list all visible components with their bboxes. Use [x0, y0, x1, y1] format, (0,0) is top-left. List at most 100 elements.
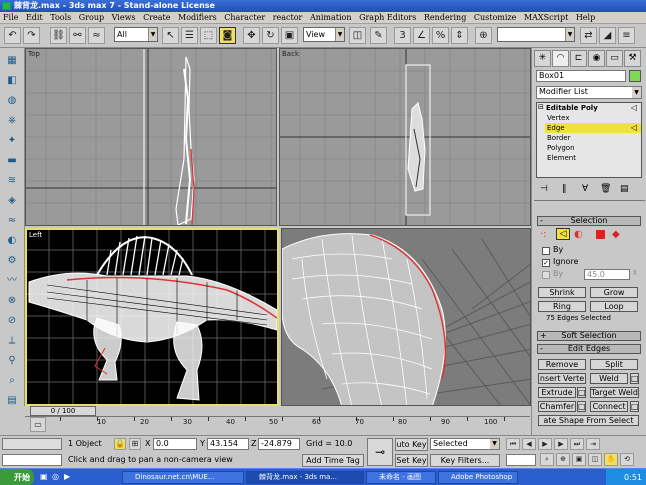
- hinge-icon[interactable]: ⊘: [3, 312, 21, 329]
- menu-modifiers[interactable]: Modifiers: [178, 12, 217, 23]
- edit-edges-rollout-title[interactable]: - Edit Edges: [537, 344, 641, 354]
- lock-selection-icon[interactable]: 🔒: [114, 438, 126, 450]
- menu-help[interactable]: Help: [576, 12, 595, 23]
- object-color-swatch[interactable]: [629, 70, 641, 82]
- spring-icon[interactable]: ≋: [3, 172, 21, 189]
- stack-root-item[interactable]: Editable Poly: [546, 103, 598, 113]
- angle-threshold-input[interactable]: 45.0: [584, 269, 630, 280]
- motion-tab-icon[interactable]: ◉: [588, 50, 605, 67]
- create-tab-icon[interactable]: ✳: [534, 50, 551, 67]
- go-to-start-icon[interactable]: ⏮: [506, 438, 520, 450]
- chamfer-button[interactable]: Chamfer: [538, 401, 576, 412]
- zoom-all-icon[interactable]: ⊕: [556, 453, 570, 466]
- menu-character[interactable]: Character: [224, 12, 265, 23]
- edge-subobject-icon[interactable]: ◁: [556, 228, 570, 240]
- maxscript-listener-mini[interactable]: [2, 438, 62, 450]
- rigid-body-icon[interactable]: ▦: [3, 52, 21, 69]
- align-icon[interactable]: ◢: [599, 27, 616, 44]
- insert-vertex-button[interactable]: nsert Verte: [538, 373, 586, 384]
- menu-edit[interactable]: Edit: [26, 12, 43, 23]
- point-to-point-icon[interactable]: ⟂: [3, 332, 21, 349]
- arc-rotate-icon[interactable]: ⟲: [620, 453, 634, 466]
- target-weld-button[interactable]: Target Weld: [590, 387, 639, 398]
- select-object-icon[interactable]: ↖: [162, 27, 179, 44]
- split-button[interactable]: Split: [590, 359, 638, 370]
- element-subobject-icon[interactable]: ◆: [612, 229, 620, 240]
- quick-launch-browser-icon[interactable]: ◎: [52, 472, 59, 481]
- display-tab-icon[interactable]: ▭: [606, 50, 623, 67]
- y-coordinate-input[interactable]: 43.154: [207, 438, 249, 450]
- task-photoshop[interactable]: Adobe Photoshop: [438, 471, 518, 484]
- polygon-subobject-icon[interactable]: [596, 230, 605, 239]
- viewport-label-top[interactable]: Top: [28, 50, 40, 58]
- menu-views[interactable]: Views: [112, 12, 136, 23]
- make-unique-icon[interactable]: ∀: [582, 184, 588, 194]
- track-bar[interactable]: 10 20 30 40 50 60 70 80 90 100: [25, 416, 530, 435]
- menu-rendering[interactable]: Rendering: [424, 12, 466, 23]
- create-shape-button[interactable]: ate Shape From Select: [538, 415, 639, 426]
- select-and-manipulate-icon[interactable]: ✎: [370, 27, 387, 44]
- extrude-settings-icon[interactable]: □: [577, 387, 586, 398]
- task-3dsmax[interactable]: 棘背龙.max - 3ds ma...: [246, 471, 364, 484]
- snap-toggle-icon[interactable]: 3: [394, 27, 411, 44]
- selection-filter-dropdown[interactable]: All ▼: [114, 27, 158, 42]
- auto-key-button[interactable]: uto Key: [395, 438, 428, 451]
- shrink-button[interactable]: Shrink: [538, 287, 586, 298]
- menu-create[interactable]: Create: [143, 12, 170, 23]
- constraint-solver-icon[interactable]: ⊗: [3, 292, 21, 309]
- select-and-scale-icon[interactable]: ▣: [281, 27, 298, 44]
- menu-file[interactable]: File: [3, 12, 18, 23]
- layer-manager-icon[interactable]: ≡: [618, 27, 635, 44]
- mirror-icon[interactable]: ⇄: [580, 27, 597, 44]
- go-to-end-icon[interactable]: ⏭: [570, 438, 584, 450]
- task-dinosaur-folder[interactable]: Dinosaur.net.cn\MUE...: [122, 471, 244, 484]
- pivot-center-icon[interactable]: ◫: [349, 27, 366, 44]
- by-vertex-checkbox[interactable]: [542, 247, 550, 255]
- previous-frame-icon[interactable]: ◀: [522, 438, 536, 450]
- stack-item-polygon[interactable]: Polygon: [547, 143, 575, 153]
- absolute-transform-icon[interactable]: ⊞: [129, 438, 141, 450]
- set-key-button[interactable]: Set Key: [395, 454, 428, 467]
- connect-settings-icon[interactable]: □: [630, 401, 639, 412]
- menu-reactor[interactable]: reactor: [273, 12, 303, 23]
- key-mode-toggle-icon[interactable]: ⇥: [586, 438, 600, 450]
- configure-modifier-sets-icon[interactable]: ▤: [620, 184, 629, 194]
- remove-button[interactable]: Remove: [538, 359, 586, 370]
- quick-launch-desktop-icon[interactable]: ▣: [40, 472, 48, 481]
- object-name-input[interactable]: Box01: [536, 70, 626, 82]
- fracture-icon[interactable]: ◈: [3, 192, 21, 209]
- plane-icon[interactable]: ▬: [3, 152, 21, 169]
- select-and-link-icon[interactable]: ⛓: [50, 27, 67, 44]
- menu-animation[interactable]: Animation: [310, 12, 352, 23]
- utilities-tab-icon[interactable]: ⚒: [624, 50, 641, 67]
- hierarchy-tab-icon[interactable]: ⊏: [570, 50, 587, 67]
- ragdoll-icon[interactable]: ⚲: [3, 352, 21, 369]
- select-and-rotate-icon[interactable]: ↻: [262, 27, 279, 44]
- pin-stack-icon[interactable]: ⊣: [540, 184, 548, 194]
- weld-settings-icon[interactable]: □: [630, 373, 639, 384]
- modify-tab-icon[interactable]: ◠: [552, 50, 569, 67]
- extrude-button[interactable]: Extrude: [538, 387, 576, 398]
- key-filters-button[interactable]: Key Filters...: [430, 454, 500, 467]
- show-end-result-icon[interactable]: ‖: [562, 184, 567, 194]
- add-time-tag-button[interactable]: Add Time Tag: [302, 454, 364, 467]
- deforming-mesh-icon[interactable]: ✦: [3, 132, 21, 149]
- quick-launch-media-icon[interactable]: ▶: [64, 472, 70, 481]
- menu-customize[interactable]: Customize: [474, 12, 517, 23]
- viewport-label-left[interactable]: Left: [29, 231, 42, 239]
- remove-modifier-icon[interactable]: 🗑: [600, 184, 611, 194]
- by-angle-checkbox[interactable]: [542, 271, 550, 279]
- time-slider-track[interactable]: [25, 406, 530, 416]
- viewport-left[interactable]: Left: [25, 228, 279, 406]
- toy-car-icon[interactable]: ◐: [3, 232, 21, 249]
- pan-view-icon[interactable]: ✋: [604, 453, 618, 466]
- vertex-subobject-icon[interactable]: ·:: [540, 229, 547, 240]
- ring-button[interactable]: Ring: [538, 301, 586, 312]
- window-crossing-icon[interactable]: ◙: [219, 27, 236, 44]
- percent-snap-icon[interactable]: %: [432, 27, 449, 44]
- rectangular-selection-icon[interactable]: ⬚: [200, 27, 217, 44]
- menu-tools[interactable]: Tools: [50, 12, 71, 23]
- zoom-extents-all-icon[interactable]: ◫: [588, 453, 602, 466]
- rope-collection-icon[interactable]: ⎈: [3, 112, 21, 129]
- redo-icon[interactable]: ↷: [23, 27, 40, 44]
